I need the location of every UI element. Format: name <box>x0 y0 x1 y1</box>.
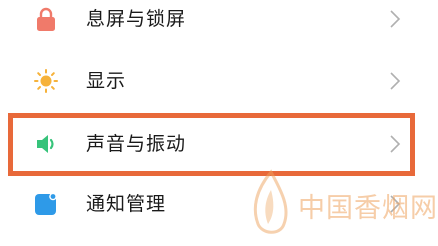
settings-item-label: 通知管理 <box>86 193 167 215</box>
settings-item-label: 息屏与锁屏 <box>86 8 187 30</box>
lock-icon <box>37 7 55 31</box>
settings-item-label: 显示 <box>86 70 127 92</box>
flame-logo-icon <box>253 169 288 234</box>
sun-icon <box>34 69 58 93</box>
settings-item-display[interactable]: 显示 <box>0 50 438 112</box>
watermark-text: 中国香烟网 <box>298 193 438 224</box>
highlight-box <box>8 113 415 176</box>
settings-item-lock-screen[interactable]: 息屏与锁屏 <box>0 0 438 50</box>
watermark: 中国香烟网 <box>246 168 437 242</box>
notification-icon <box>35 192 57 215</box>
chevron-right-icon <box>390 10 401 28</box>
chevron-right-icon <box>390 72 401 90</box>
